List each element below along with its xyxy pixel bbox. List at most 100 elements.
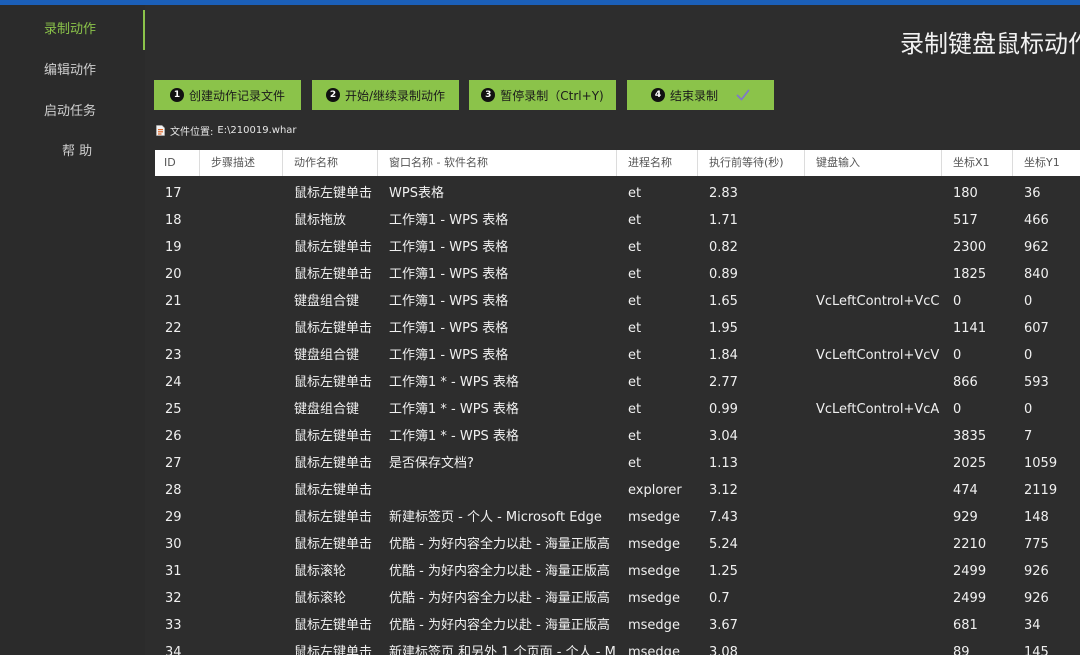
cell-action-name: 鼠标左键单击 [294, 618, 373, 633]
cell-keyboard-input [805, 234, 942, 261]
step-number-badge: 4 [650, 88, 665, 102]
cell-keyboard-input [805, 558, 942, 585]
table-row[interactable]: 32 鼠标滚轮 优酷 - 为好内容全力以赴 - 海量正版高 msedge 0.7 2499… [155, 585, 1080, 612]
cell-coord-y1: 148 [1024, 510, 1049, 525]
table-row[interactable]: 33 鼠标左键单击 优酷 - 为好内容全力以赴 - 海量正版高 msedge 3.67 6… [155, 612, 1080, 639]
sidebar-item-label: 编辑动作 [44, 63, 97, 78]
cell-action-name: 鼠标左键单击 [294, 645, 373, 655]
cell-window-name: 工作簿1 * - WPS 表格 [389, 402, 519, 417]
table-row[interactable]: 19 鼠标左键单击 工作簿1 - WPS 表格 et 0.82 2300 962 [155, 234, 1080, 261]
button-label: 暂停录制（Ctrl+Y) [500, 88, 604, 103]
cell-keyboard-input: VcLeftControl+VcC [816, 294, 940, 309]
cell-id: 23 [165, 348, 182, 363]
sidebar-item-edit-actions[interactable]: 编辑动作 [0, 60, 143, 82]
cell-id: 26 [165, 429, 182, 444]
column-header-window-name[interactable]: 窗口名称 - 软件名称 [378, 150, 617, 176]
table-row[interactable]: 29 鼠标左键单击 新建标签页 - 个人 - Microsoft Edge msedg… [155, 504, 1080, 531]
cell-coord-x1: 2025 [953, 456, 987, 471]
stop-recording-button[interactable]: 4 结束录制 [627, 80, 774, 110]
cell-id: 34 [165, 645, 182, 655]
sidebar-item-label: 录制动作 [44, 22, 97, 37]
cell-id: 20 [165, 267, 182, 282]
cell-window-name: 工作簿1 * - WPS 表格 [389, 375, 519, 390]
window-title-bar[interactable] [0, 0, 1080, 5]
cell-process-name: et [628, 294, 642, 309]
actions-table: ID 步骤描述 动作名称 窗口名称 - 软件名称 进程名称 执行前等待(秒) 键盘输入 坐标X… [155, 150, 1080, 655]
table-row[interactable]: 17 鼠标左键单击 WPS表格 et 2.83 180 36 [155, 180, 1080, 207]
table-row[interactable]: 25 键盘组合键 工作簿1 * - WPS 表格 et 0.99 VcLeftContro… [155, 396, 1080, 423]
cell-step-description [200, 261, 283, 288]
table-body[interactable]: 17 鼠标左键单击 WPS表格 et 2.83 180 36 18 鼠标拖放 工作簿1 - WPS… [155, 176, 1080, 655]
table-row[interactable]: 22 鼠标左键单击 工作簿1 - WPS 表格 et 1.95 1141 607 [155, 315, 1080, 342]
sidebar-item-launch-tasks[interactable]: 启动任务 [0, 101, 143, 123]
cell-coord-x1: 0 [953, 348, 962, 363]
cell-step-description [200, 504, 283, 531]
table-row[interactable]: 26 鼠标左键单击 工作簿1 * - WPS 表格 et 3.04 3835 7 [155, 423, 1080, 450]
button-label: 开始/继续录制动作 [344, 88, 446, 103]
table-row[interactable]: 30 鼠标左键单击 优酷 - 为好内容全力以赴 - 海量正版高 msedge 5.24 2… [155, 531, 1080, 558]
cell-process-name: et [628, 240, 642, 255]
table-row[interactable]: 31 鼠标滚轮 优酷 - 为好内容全力以赴 - 海量正版高 msedge 1.25 249… [155, 558, 1080, 585]
table-row[interactable]: 20 鼠标左键单击 工作簿1 - WPS 表格 et 0.89 1825 840 [155, 261, 1080, 288]
cell-keyboard-input: VcLeftControl+VcV [816, 348, 940, 363]
cell-wait-time: 2.77 [709, 375, 738, 390]
cell-keyboard-input [805, 450, 942, 477]
cell-action-name: 键盘组合键 [294, 294, 360, 309]
cell-coord-x1: 2300 [953, 240, 987, 255]
cell-coord-y1: 840 [1024, 267, 1049, 282]
step-number-badge: 3 [481, 88, 496, 102]
file-location: 文件位置: E:\210019.whar [156, 123, 297, 138]
sidebar: 录制动作 编辑动作 启动任务 帮 助 [0, 5, 145, 655]
cell-step-description [200, 207, 283, 234]
create-record-file-button[interactable]: 1 创建动作记录文件 [154, 80, 301, 110]
column-header-coord-x1[interactable]: 坐标X1 [942, 150, 1013, 176]
cell-process-name: msedge [628, 591, 680, 606]
start-recording-button[interactable]: 2 开始/继续录制动作 [312, 80, 459, 110]
sidebar-item-label: 启动任务 [44, 104, 97, 119]
cell-action-name: 鼠标左键单击 [294, 321, 373, 336]
cell-step-description [200, 558, 283, 585]
cell-keyboard-input [805, 423, 942, 450]
column-header-keyboard-input[interactable]: 键盘输入 [805, 150, 942, 176]
table-row[interactable]: 18 鼠标拖放 工作簿1 - WPS 表格 et 1.71 517 466 [155, 207, 1080, 234]
cell-process-name: msedge [628, 645, 680, 655]
pause-recording-button[interactable]: 3 暂停录制（Ctrl+Y) [469, 80, 616, 110]
column-header-step-description[interactable]: 步骤描述 [200, 150, 283, 176]
cell-window-name: WPS表格 [389, 186, 444, 201]
cell-wait-time: 1.95 [709, 321, 738, 336]
cell-coord-y1: 1059 [1024, 456, 1058, 471]
cell-process-name: et [628, 321, 642, 336]
table-row[interactable]: 23 键盘组合键 工作簿1 - WPS 表格 et 1.84 VcLeftControl+… [155, 342, 1080, 369]
sidebar-item-label: 帮 助 [62, 144, 93, 159]
cell-coord-y1: 145 [1024, 645, 1049, 655]
column-header-process-name[interactable]: 进程名称 [617, 150, 698, 176]
column-header-id[interactable]: ID [155, 150, 200, 176]
column-header-wait-time[interactable]: 执行前等待(秒) [698, 150, 805, 176]
sidebar-item-help[interactable]: 帮 助 [0, 141, 143, 163]
cell-id: 31 [165, 564, 182, 579]
table-row[interactable]: 34 鼠标左键单击 新建标签页 和另外 1 个页面 - 个人 - M msedge 3.… [155, 639, 1080, 655]
cell-window-name: 优酷 - 为好内容全力以赴 - 海量正版高 [389, 591, 610, 606]
cell-action-name: 鼠标左键单击 [294, 429, 373, 444]
table-row[interactable]: 28 鼠标左键单击 explorer 3.12 474 2119 [155, 477, 1080, 504]
column-header-action-name[interactable]: 动作名称 [283, 150, 378, 176]
table-row[interactable]: 24 鼠标左键单击 工作簿1 * - WPS 表格 et 2.77 866 593 [155, 369, 1080, 396]
cell-wait-time: 1.13 [709, 456, 738, 471]
active-indicator [143, 10, 145, 50]
cell-process-name: et [628, 186, 642, 201]
cell-coord-x1: 2499 [953, 564, 987, 579]
cell-window-name: 新建标签页 和另外 1 个页面 - 个人 - M [389, 645, 616, 655]
cell-coord-x1: 2499 [953, 591, 987, 606]
cell-step-description [200, 450, 283, 477]
sidebar-item-record-actions[interactable]: 录制动作 [0, 19, 143, 41]
cell-action-name: 键盘组合键 [294, 348, 360, 363]
cell-wait-time: 1.25 [709, 564, 738, 579]
cell-process-name: msedge [628, 618, 680, 633]
cell-id: 17 [165, 186, 182, 201]
cell-keyboard-input [805, 531, 942, 558]
table-row[interactable]: 21 键盘组合键 工作簿1 - WPS 表格 et 1.65 VcLeftControl+… [155, 288, 1080, 315]
cell-id: 27 [165, 456, 182, 471]
table-row[interactable]: 27 鼠标左键单击 是否保存文档? et 1.13 2025 1059 [155, 450, 1080, 477]
cell-window-name: 工作簿1 - WPS 表格 [389, 213, 509, 228]
column-header-coord-y1[interactable]: 坐标Y1 [1013, 150, 1080, 176]
